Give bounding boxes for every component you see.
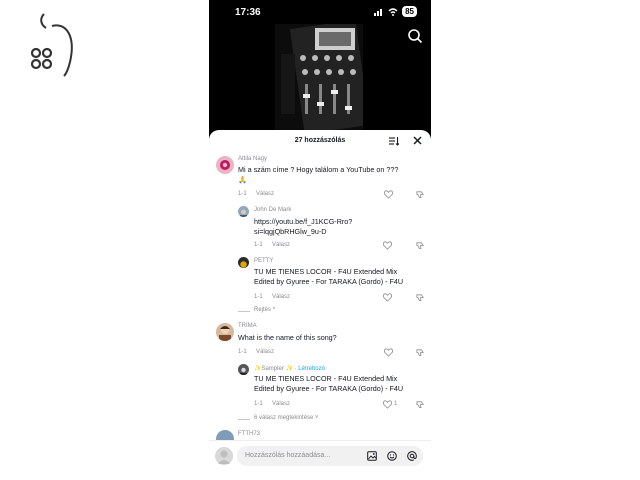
reply-button[interactable]: Válasz — [256, 349, 274, 355]
comments-header: 27 hozzászólás — [209, 130, 431, 152]
dislike-icon[interactable] — [416, 190, 425, 199]
avatar[interactable] — [216, 156, 234, 174]
video-frame[interactable] — [275, 24, 363, 130]
comment-input-placeholder: Hozzászólás hozzáadása... — [245, 452, 331, 459]
comment-composer: Hozzászólás hozzáadása... — [209, 440, 431, 480]
comment-username[interactable]: ✨Sampler ✨ · Létrehozó — [254, 365, 325, 372]
signal-icon — [374, 8, 383, 16]
comment-username[interactable]: Attila Nagy — [238, 156, 267, 162]
reply-button[interactable]: Válasz — [272, 294, 290, 300]
dislike-icon[interactable] — [416, 241, 425, 250]
username-text[interactable]: ✨Sampler ✨ — [254, 366, 293, 372]
battery-indicator: 85 — [402, 6, 417, 17]
comment-item: FTTH73 — [216, 430, 426, 440]
heart-icon[interactable] — [383, 293, 392, 302]
comment-username[interactable]: John De Mark — [254, 207, 291, 213]
avatar[interactable] — [238, 364, 249, 375]
reply-button[interactable]: Válasz — [272, 401, 290, 407]
dislike-icon[interactable] — [416, 400, 425, 409]
reply-button[interactable]: Válasz — [256, 191, 274, 197]
comment-item: Attila Nagy Mi a szám címe ? Hogy találo… — [216, 156, 426, 204]
reply-item: John De Mark https://youtu.be/f_J1KCG-Rr… — [238, 206, 426, 252]
comment-text: Mi a szám címe ? Hogy találom a YouTube … — [238, 165, 399, 174]
avatar[interactable] — [238, 257, 249, 268]
dislike-icon[interactable] — [416, 348, 425, 357]
sort-icon[interactable] — [389, 136, 399, 146]
emoji-icon[interactable] — [387, 451, 397, 461]
comment-username[interactable]: FTTH73 — [238, 431, 260, 437]
heart-icon[interactable] — [383, 400, 392, 409]
comment-text-line2: Edited by Gyuree - For TARAKA (Gordo) - … — [254, 384, 404, 393]
heart-icon[interactable] — [384, 348, 393, 357]
status-bar: 17:36 85 — [209, 0, 431, 26]
comment-time: 1-1 — [254, 401, 263, 407]
comment-username[interactable]: PETTY — [254, 258, 273, 264]
mention-icon[interactable] — [407, 451, 417, 461]
current-user-avatar[interactable] — [215, 447, 233, 465]
image-icon[interactable] — [367, 451, 377, 461]
collapse-replies-button[interactable]: Rejtés ^ — [254, 307, 276, 313]
avatar[interactable] — [216, 430, 234, 440]
comment-text: What is the name of this song? — [238, 333, 337, 342]
view-replies-button[interactable]: 6 válasz megtekintése ˅ — [254, 415, 319, 421]
phone-screen: 17:36 85 27 hozzászólás Attila Nagy Mi a… — [209, 0, 431, 480]
like-count: 1 — [394, 401, 398, 407]
comment-username[interactable]: TRIMA — [238, 323, 257, 329]
comment-text-line2: 🙏 — [238, 175, 247, 184]
comment-input[interactable]: Hozzászólás hozzáadása... — [237, 446, 423, 466]
comment-item: TRIMA What is the name of this song? 1-1… — [216, 323, 426, 361]
status-time: 17:36 — [235, 7, 261, 18]
reply-item: ✨Sampler ✨ · Létrehozó TU ME TIENES LOCO… — [238, 364, 426, 410]
reply-button[interactable]: Válasz — [272, 242, 290, 248]
comment-time: 1-1 — [254, 294, 263, 300]
comment-text-line2: Edited by Gyuree - For TARAKA (Gordo) - … — [254, 277, 404, 286]
close-icon[interactable] — [413, 136, 422, 145]
heart-icon[interactable] — [383, 241, 392, 250]
comment-time: 1-1 — [238, 191, 247, 197]
avatar[interactable] — [216, 323, 234, 341]
comments-sheet: 27 hozzászólás Attila Nagy Mi a szám cím… — [209, 130, 431, 480]
brand-logo — [30, 13, 73, 77]
creator-badge: · Létrehozó — [294, 366, 325, 372]
search-icon[interactable] — [407, 28, 423, 44]
comment-time: 1-1 — [238, 349, 247, 355]
dislike-icon[interactable] — [416, 293, 425, 302]
reply-item: PETTY TU ME TIENES LOCOR - F4U Extended … — [238, 257, 426, 303]
comment-text-line2[interactable]: si=lqgjQbRHGlw_9u-D — [254, 226, 327, 237]
divider — [238, 311, 250, 312]
dj-mixer-image — [275, 24, 363, 130]
avatar[interactable] — [238, 206, 249, 217]
comment-time: 1-1 — [254, 242, 263, 248]
divider — [238, 419, 250, 420]
wifi-icon — [388, 7, 398, 16]
heart-icon[interactable] — [384, 190, 393, 199]
